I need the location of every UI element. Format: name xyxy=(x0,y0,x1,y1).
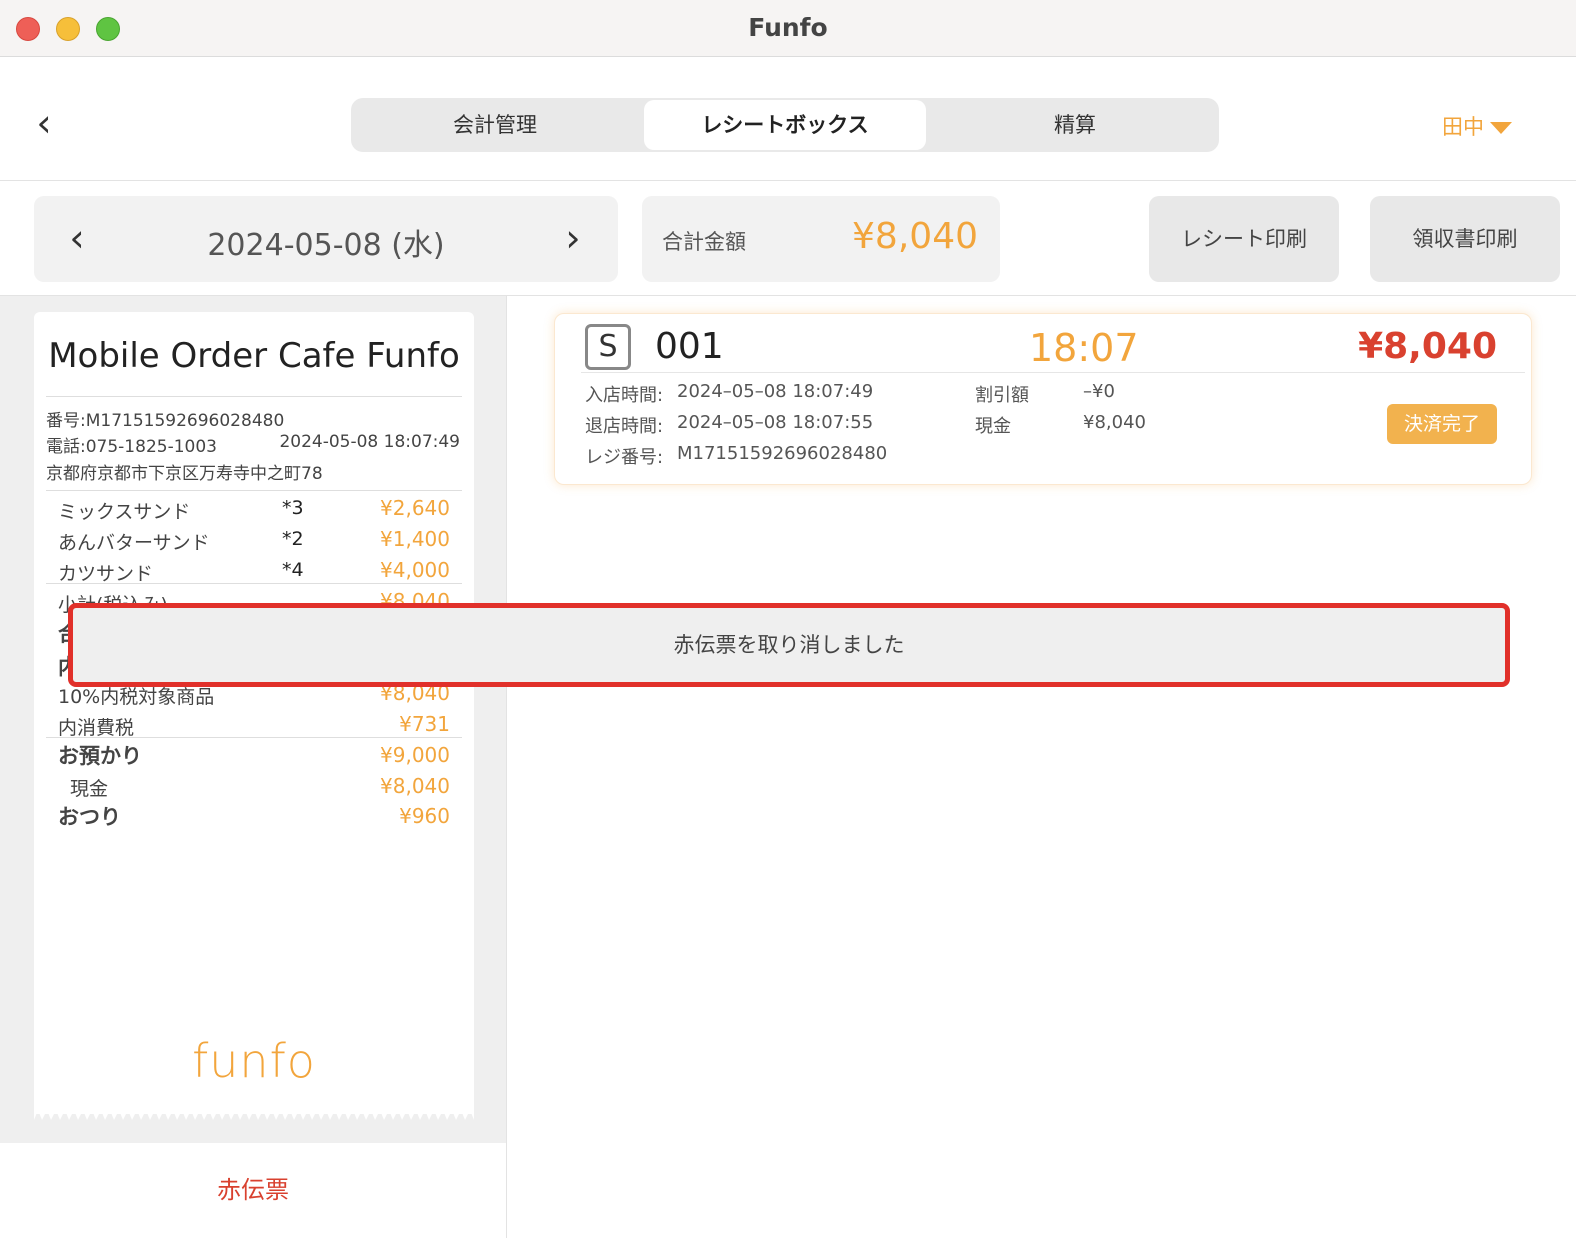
order-size-badge: S xyxy=(585,324,631,370)
consumption-tax-label: 内消費税 xyxy=(58,717,135,739)
tab-receipt-box[interactable]: レシートボックス xyxy=(644,100,926,150)
item-name: ミックスサンド xyxy=(58,501,191,523)
segmented-tabs: 会計管理 レシートボックス 精算 xyxy=(351,98,1219,152)
receipt-preview-panel: Mobile Order Cafe Funfo 番号:M171515926960… xyxy=(0,296,507,1143)
funfo-logo: funfo xyxy=(192,1034,316,1088)
item-name: カツサンド xyxy=(58,563,154,585)
red-slip-button[interactable]: 赤伝票 xyxy=(0,1143,507,1238)
discount-label: 割引額 xyxy=(975,385,1029,406)
deposit-label: お預かり xyxy=(58,744,142,768)
register-label: レジ番号: xyxy=(585,447,664,468)
divider xyxy=(46,490,462,491)
print-receipt-button[interactable]: レシート印刷 xyxy=(1149,196,1339,282)
app-header: ‹ 会計管理 レシートボックス 精算 田中 xyxy=(0,57,1576,181)
checkout-value: 2024–05–08 18:07:55 xyxy=(677,412,874,433)
checkout-label: 退店時間: xyxy=(585,416,664,437)
cash-value: ¥8,040 xyxy=(380,774,450,798)
checkin-value: 2024–05–08 18:07:49 xyxy=(677,381,874,402)
date-navigator: ‹ 2024-05-08 (水) › xyxy=(34,196,618,282)
consumption-tax-value: ¥731 xyxy=(399,712,450,736)
cash-label: 現金 xyxy=(975,416,1011,437)
current-date: 2024-05-08 (水) xyxy=(207,228,445,263)
discount-value: –¥0 xyxy=(1083,381,1115,402)
divider xyxy=(46,737,462,738)
total-amount-box: 合計金額 ¥8,040 xyxy=(642,196,1000,282)
item-qty: *2 xyxy=(282,528,304,550)
divider xyxy=(581,372,1525,373)
item-name: あんバターサンド xyxy=(58,532,210,554)
title-bar: Funfo xyxy=(0,0,1576,57)
receipt-number: 番号:M17151592696028480 xyxy=(46,411,285,431)
window-title: Funfo xyxy=(748,13,828,42)
shop-address: 京都府京都市下京区万寿寺中之町78 xyxy=(46,464,323,484)
cash-label: 現金 xyxy=(70,778,109,800)
register-value: M17151592696028480 xyxy=(677,443,888,464)
order-time: 18:07 xyxy=(1029,326,1139,370)
caret-down-icon xyxy=(1490,122,1512,134)
item-price: ¥4,000 xyxy=(380,558,450,582)
print-ryoshu-button[interactable]: 領収書印刷 xyxy=(1370,196,1560,282)
receipt-zigzag-edge xyxy=(34,1104,474,1120)
user-menu[interactable]: 田中 xyxy=(1442,111,1512,141)
divider xyxy=(46,583,462,584)
shop-phone: 電話:075-1825-1003 xyxy=(46,437,217,457)
item-price: ¥2,640 xyxy=(380,496,450,520)
order-amount: ¥8,040 xyxy=(1358,326,1497,367)
toast-message: 赤伝票を取り消しました xyxy=(68,603,1510,687)
back-chevron-icon[interactable]: ‹ xyxy=(22,101,66,145)
total-label: 合計金額 xyxy=(662,230,746,254)
tab-settlement[interactable]: 精算 xyxy=(935,100,1215,150)
shop-name: Mobile Order Cafe Funfo xyxy=(48,336,460,376)
order-number: 001 xyxy=(655,326,724,367)
change-label: おつり xyxy=(58,805,121,829)
item-price: ¥1,400 xyxy=(380,527,450,551)
order-card[interactable]: S 001 18:07 ¥8,040 入店時間: 2024–05–08 18:0… xyxy=(554,313,1532,485)
total-value: ¥8,040 xyxy=(852,216,978,257)
receipt-paper: Mobile Order Cafe Funfo 番号:M171515926960… xyxy=(34,312,474,1114)
user-name: 田中 xyxy=(1442,115,1484,139)
deposit-value: ¥9,000 xyxy=(380,743,450,767)
next-day-chevron-icon[interactable]: › xyxy=(550,216,596,262)
status-badge: 決済完了 xyxy=(1387,404,1497,444)
divider xyxy=(46,396,462,397)
receipt-datetime: 2024-05-08 18:07:49 xyxy=(279,432,460,452)
checkin-label: 入店時間: xyxy=(585,385,664,406)
cash-value: ¥8,040 xyxy=(1083,412,1146,433)
item-qty: *4 xyxy=(282,559,304,581)
item-qty: *3 xyxy=(282,497,304,519)
change-value: ¥960 xyxy=(399,804,450,828)
tab-accounting[interactable]: 会計管理 xyxy=(355,100,635,150)
previous-day-chevron-icon[interactable]: ‹ xyxy=(54,216,100,262)
